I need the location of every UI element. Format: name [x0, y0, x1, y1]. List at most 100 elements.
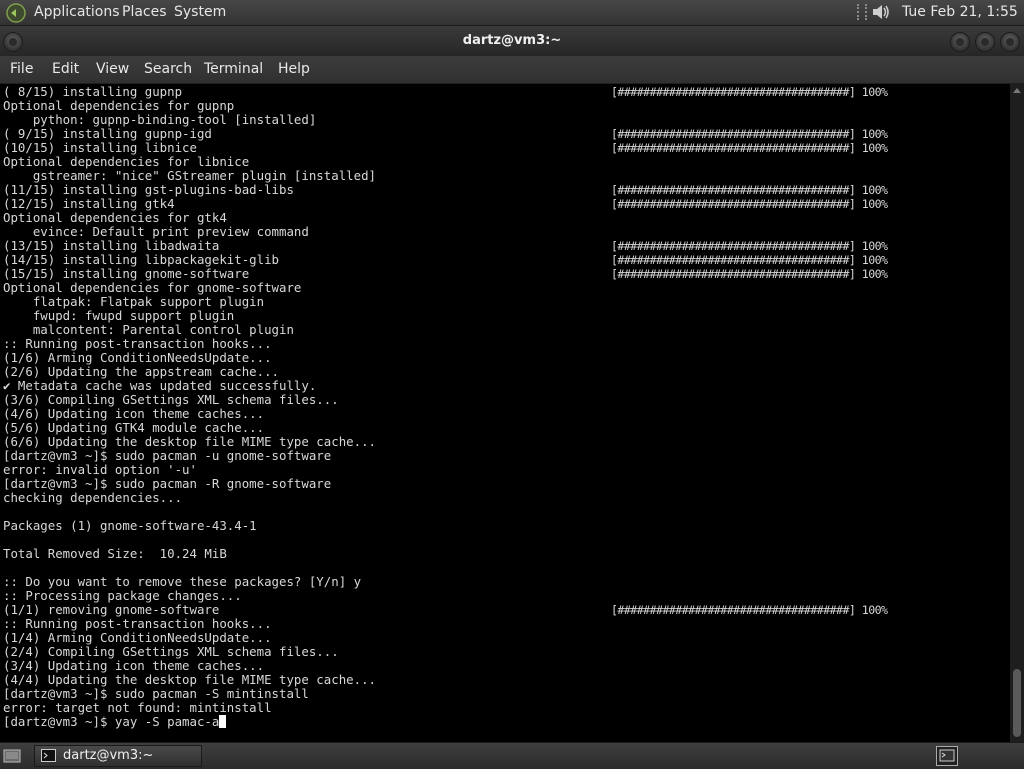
terminal-line-text: Optional dependencies for libnice	[3, 154, 250, 169]
terminal-line-text: evince: Default print preview command	[3, 224, 309, 239]
terminal-line: gstreamer: "nice" GStreamer plugin [inst…	[3, 169, 376, 183]
terminal-line-text: flatpak: Flatpak support plugin	[3, 294, 265, 309]
menu-terminal[interactable]: Terminal	[204, 56, 263, 83]
scrollbar-thumb[interactable]	[1013, 669, 1021, 737]
terminal-line: (10/15) installing libnice	[3, 141, 197, 155]
terminal-line-text: (6/6) Updating the desktop file MIME typ…	[3, 434, 376, 449]
terminal-line-text: (1/4) Arming ConditionNeedsUpdate...	[3, 630, 272, 645]
terminal-line-text: error: target not found: mintinstall	[3, 700, 272, 715]
workspace-switcher-icon[interactable]	[936, 746, 958, 766]
progress-bar-text: [####################################] 1…	[611, 141, 888, 155]
terminal-line: Total Removed Size: 10.24 MiB	[3, 547, 227, 561]
progress-bar-text: [####################################] 1…	[611, 253, 888, 267]
terminal-line-text: error: invalid option '-u'	[3, 462, 197, 477]
terminal-line: (3/6) Compiling GSettings XML schema fil…	[3, 393, 339, 407]
terminal-line: Packages (1) gnome-software-43.4-1	[3, 519, 257, 533]
progress-bar-text: [####################################] 1…	[611, 267, 888, 281]
terminal-line-text: (4/6) Updating icon theme caches...	[3, 406, 265, 421]
menu-edit[interactable]: Edit	[52, 56, 79, 83]
terminal-line-text: [dartz@vm3 ~]$ yay -S pamac-a	[3, 714, 220, 729]
terminal-line: (2/4) Compiling GSettings XML schema fil…	[3, 645, 339, 659]
progress-bar-text: [####################################] 1…	[611, 127, 888, 141]
terminal-line: ( 8/15) installing gupnp	[3, 85, 182, 99]
terminal-line-text: (3/6) Compiling GSettings XML schema fil…	[3, 392, 339, 407]
terminal-scrollbar[interactable]	[1010, 84, 1024, 742]
terminal-line-text: (2/6) Updating the appstream cache...	[3, 364, 280, 379]
terminal-line: error: invalid option '-u'	[3, 463, 197, 477]
top-panel: Applications Places System Tue Feb 21, 1…	[0, 0, 1024, 45]
taskbar-terminal-label: dartz@vm3:~	[63, 748, 154, 763]
taskbar-terminal-button[interactable]: dartz@vm3:~	[34, 745, 202, 767]
terminal-line-text: (15/15) installing gnome-software	[3, 266, 250, 281]
terminal-line: (4/4) Updating the desktop file MIME typ…	[3, 673, 376, 687]
terminal-line: (4/6) Updating icon theme caches...	[3, 407, 264, 421]
menu-file[interactable]: File	[10, 56, 33, 83]
terminal-line-text: Optional dependencies for gnome-software	[3, 280, 302, 295]
terminal-line: (3/4) Updating icon theme caches...	[3, 659, 264, 673]
places-menu[interactable]: Places	[122, 0, 167, 25]
terminal-line: [dartz@vm3 ~]$ sudo pacman -S mintinstal…	[3, 687, 309, 701]
terminal-line-text: Optional dependencies for gupnp	[3, 98, 235, 113]
terminal-line-text: python: gupnp-binding-tool [installed]	[3, 112, 317, 127]
bottom-panel: dartz@vm3:~	[0, 742, 1024, 769]
terminal-line-text: Total Removed Size: 10.24 MiB	[3, 546, 227, 561]
terminal-line-text: Optional dependencies for gtk4	[3, 210, 227, 225]
terminal-line: Optional dependencies for libnice	[3, 155, 249, 169]
window-titlebar[interactable]: dartz@vm3:~	[0, 26, 1024, 56]
terminal-line: Optional dependencies for gtk4	[3, 211, 227, 225]
menu-help[interactable]: Help	[278, 56, 310, 83]
terminal-line-text: :: Processing package changes...	[3, 588, 242, 603]
terminal-line: checking dependencies...	[3, 491, 182, 505]
terminal-line-text: malcontent: Parental control plugin	[3, 322, 294, 337]
system-menu[interactable]: System	[174, 0, 226, 25]
terminal-line-text: (11/15) installing gst-plugins-bad-libs	[3, 182, 294, 197]
terminal-line: :: Running post-transaction hooks...	[3, 337, 272, 351]
terminal-line: :: Processing package changes...	[3, 589, 242, 603]
terminal-line-text: (13/15) installing libadwaita	[3, 238, 220, 253]
terminal-line: :: Do you want to remove these packages?…	[3, 575, 361, 589]
terminal-line: (14/15) installing libpackagekit-glib	[3, 253, 279, 267]
terminal-line: [dartz@vm3 ~]$ sudo pacman -u gnome-soft…	[3, 449, 331, 463]
terminal-line-text: (4/4) Updating the desktop file MIME typ…	[3, 672, 376, 687]
terminal-line: (6/6) Updating the desktop file MIME typ…	[3, 435, 376, 449]
terminal-line: (12/15) installing gtk4	[3, 197, 175, 211]
terminal-cursor	[219, 715, 227, 728]
terminal-line-text: (12/15) installing gtk4	[3, 196, 175, 211]
terminal-line-text: ( 8/15) installing gupnp	[3, 84, 183, 99]
menu-search[interactable]: Search	[144, 56, 192, 83]
terminal-line: [dartz@vm3 ~]$ yay -S pamac-a	[3, 714, 227, 729]
terminal-line: python: gupnp-binding-tool [installed]	[3, 113, 316, 127]
terminal-line-text: (2/4) Compiling GSettings XML schema fil…	[3, 644, 339, 659]
terminal-line: (1/1) removing gnome-software	[3, 603, 219, 617]
volume-icon[interactable]	[870, 2, 892, 22]
distro-logo-icon[interactable]	[6, 3, 26, 23]
progress-bar-text: [####################################] 1…	[611, 183, 888, 197]
terminal-line: :: Running post-transaction hooks...	[3, 617, 272, 631]
maximize-button[interactable]	[975, 32, 995, 52]
terminal-line: (15/15) installing gnome-software	[3, 267, 249, 281]
panel-drag-handle[interactable]	[857, 4, 867, 20]
terminal-line-text: ✔ Metadata cache was updated successfull…	[3, 378, 317, 393]
terminal-line-text: checking dependencies...	[3, 490, 183, 505]
terminal-line-text: (1/1) removing gnome-software	[3, 602, 220, 617]
progress-bar-text: [####################################] 1…	[611, 197, 888, 211]
progress-bar-text: [####################################] 1…	[611, 239, 888, 253]
terminal-line: Optional dependencies for gupnp	[3, 99, 234, 113]
terminal-icon	[41, 749, 56, 762]
minimize-button[interactable]	[950, 32, 970, 52]
terminal-line-text: fwupd: fwupd support plugin	[3, 308, 235, 323]
terminal-line: (11/15) installing gst-plugins-bad-libs	[3, 183, 294, 197]
applications-menu[interactable]: Applications	[34, 0, 120, 25]
terminal-line: (13/15) installing libadwaita	[3, 239, 219, 253]
terminal-line: (5/6) Updating GTK4 module cache...	[3, 421, 264, 435]
terminal-output[interactable]: ( 8/15) installing gupnp [###############…	[0, 84, 1010, 742]
terminal-line: (1/6) Arming ConditionNeedsUpdate...	[3, 351, 272, 365]
close-button[interactable]	[1000, 32, 1020, 52]
terminal-line-text: [dartz@vm3 ~]$ sudo pacman -u gnome-soft…	[3, 448, 332, 463]
show-desktop-icon[interactable]	[3, 748, 21, 764]
progress-bar-text: [####################################] 1…	[611, 603, 888, 617]
terminal-line-text: gstreamer: "nice" GStreamer plugin [inst…	[3, 168, 376, 183]
menu-view[interactable]: View	[96, 56, 129, 83]
scroll-up-arrow-icon[interactable]	[1013, 88, 1021, 93]
terminal-line-text: :: Running post-transaction hooks...	[3, 616, 272, 631]
